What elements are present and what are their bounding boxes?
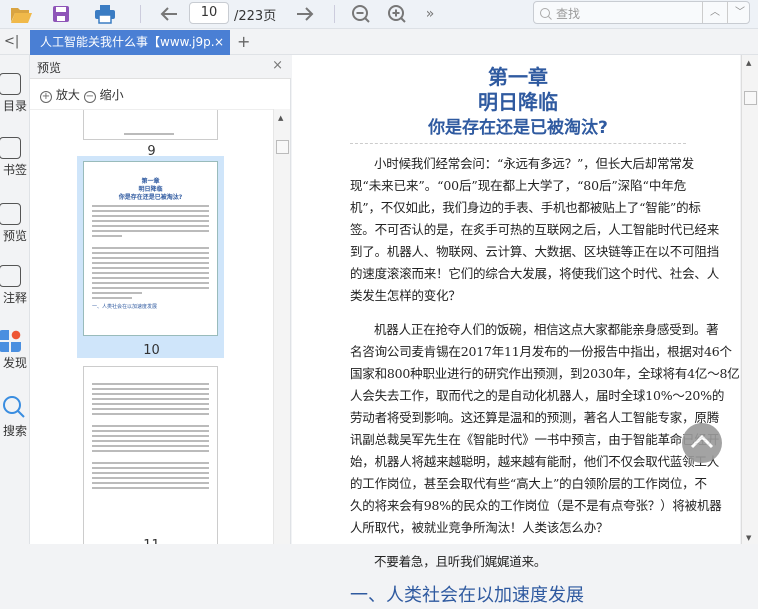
toolbar: 10 /223页 » 查找 ︿ ﹀ [0,0,758,29]
zoom-in-icon[interactable] [386,3,408,25]
bookmark-icon [0,137,21,159]
document-scrollbar[interactable]: ▲ ▼ [741,55,758,544]
search-input[interactable]: 查找 ︿ ﹀ [533,1,750,24]
close-tab-icon[interactable]: × [214,30,224,55]
tab-document[interactable]: 人工智能关我什么事【www.j9p. × [30,30,230,55]
print-icon[interactable] [93,3,117,25]
search-icon [3,396,25,418]
zoom-in-icon: + [40,91,52,103]
left-sidebar: 目录 书签 预览 注释 发现 搜索 [0,55,30,544]
page-number-input[interactable]: 10 [189,2,229,24]
tab-bar: <| 人工智能关我什么事【www.j9p. × + [0,30,758,55]
paragraph: 小时候我们经常会问：“永远有多远？”，但长大后却常常发 现“未来已来”。“00后”… [350,156,720,303]
search-prev-button[interactable]: ︿ [702,2,727,23]
zoom-out-icon: − [83,91,96,103]
list-icon [0,73,21,95]
thumbnail-page-9[interactable] [83,110,218,140]
chapter-title: 明日降临 [478,90,558,114]
sidebar-item-bookmarks[interactable]: 书签 [0,137,30,178]
sidebar-item-discover[interactable]: 发现 [0,330,30,371]
sidebar-item-preview[interactable]: 预览 [0,203,30,244]
sidebar-item-search[interactable]: 搜索 [0,395,30,439]
sidebar-item-toc[interactable]: 目录 [0,73,30,114]
note-icon [0,265,21,287]
chapter-number: 第一章 [488,65,548,89]
page-label-selected: 10 [143,343,160,358]
back-to-top-button[interactable] [682,423,722,463]
thumbnail-scrollbar[interactable]: ▲ [273,109,290,544]
preview-header: 预览 × [30,55,291,79]
page-total: /223页 [234,9,277,24]
collapse-sidebar-button[interactable]: <| [4,34,19,49]
search-next-button[interactable]: ﹀ [727,2,752,23]
scrollbar-thumb [744,91,757,105]
more-tools-button[interactable]: » [420,3,440,25]
document-view: 第一章 明日降临 你是存在还是已被淘汰? 小时候我们经常会问：“永远有多远？”，… [292,55,740,606]
chapter-subtitle: 你是存在还是已被淘汰? [350,115,686,144]
close-preview-icon[interactable]: × [272,58,283,73]
next-page-arrow-icon[interactable] [294,3,316,25]
page-label: 11 [30,538,273,544]
thumb-zoom-in-button[interactable]: + 放大 [40,86,80,103]
thumb-zoom-out-button[interactable]: − 缩小 [83,86,124,103]
thumbnail-list: 9 第一章明日降临你是存在还是已被淘汰? 一、人类社会在以加速度发展 10 11 [30,109,273,544]
thumbnail-page-11[interactable] [83,366,218,544]
scrollbar-thumb [276,140,289,154]
prev-page-arrow-icon[interactable] [158,3,180,25]
sidebar-item-annotations[interactable]: 注释 [0,265,30,306]
zoom-out-icon[interactable] [350,3,372,25]
open-folder-icon[interactable] [8,3,34,25]
save-icon[interactable] [50,3,72,25]
add-tab-button[interactable]: + [237,32,250,51]
chevron-up-icon [690,434,714,449]
document-page: 第一章 明日降临 你是存在还是已被淘汰? 小时候我们经常会问：“永远有多远？”，… [350,55,740,609]
preview-panel: 预览 × + 放大 − 缩小 9 第一章 明日降临 你是存在还是已被淘汰? 一、人类社… [30,55,291,544]
apps-icon [0,330,21,352]
search-icon [540,8,552,20]
thumbnail-page-10[interactable]: 第一章 明日降临 你是存在还是已被淘汰? 一、人类社会在以加速度发展 [83,161,218,336]
pages-icon [0,203,21,225]
paragraph: 机器人正在抢夺人们的饭碗，相信这点大家都能亲身感受到。著 名咨询公司麦肯锡在201… [350,322,740,535]
section-heading: 一、人类社会在以加速度发展 [350,585,584,606]
paragraph: 不要着急，且听我们娓娓道来。 [374,554,547,569]
